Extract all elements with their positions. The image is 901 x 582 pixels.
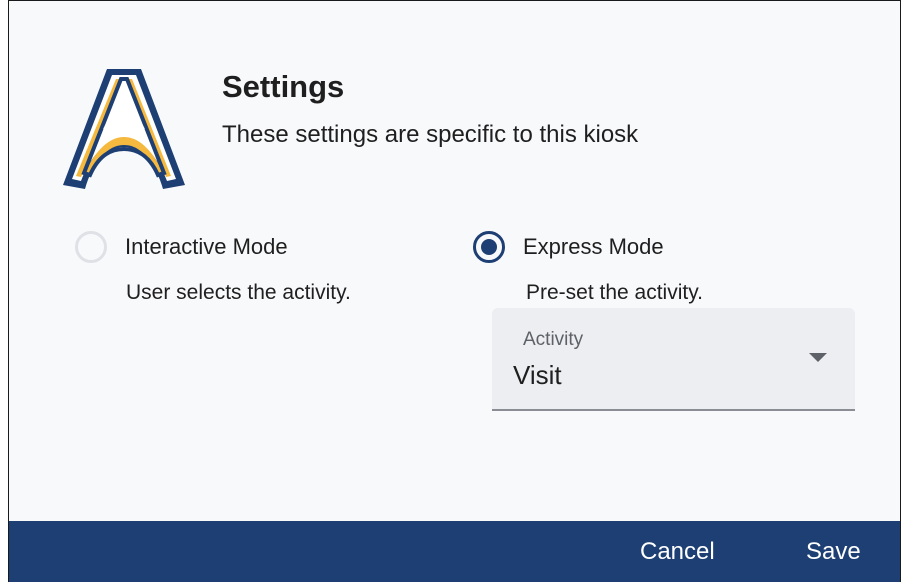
- kiosk-logo-icon: [63, 69, 185, 189]
- settings-dialog: Settings These settings are specific to …: [8, 0, 901, 582]
- dialog-footer: Cancel Save: [9, 521, 900, 582]
- radio-selected-dot-icon: [481, 239, 497, 255]
- express-mode-radio-circle-icon[interactable]: [473, 231, 505, 263]
- interactive-mode-radio-circle-icon[interactable]: [75, 231, 107, 263]
- interactive-mode-description: User selects the activity.: [126, 281, 351, 304]
- activity-select[interactable]: Activity Visit: [492, 308, 855, 411]
- page-subtitle: These settings are specific to this kios…: [222, 121, 639, 148]
- dropdown-arrow-icon[interactable]: [809, 353, 827, 362]
- page-title: Settings: [222, 69, 345, 104]
- express-mode-label: Express Mode: [523, 234, 664, 259]
- cancel-button[interactable]: Cancel: [640, 538, 715, 566]
- interactive-mode-label: Interactive Mode: [125, 234, 288, 259]
- interactive-mode-radio[interactable]: Interactive Mode: [75, 231, 288, 263]
- activity-select-label: Activity: [523, 329, 584, 350]
- express-mode-radio[interactable]: Express Mode: [473, 231, 664, 263]
- save-button[interactable]: Save: [806, 538, 861, 566]
- activity-select-value: Visit: [513, 360, 562, 390]
- express-mode-description: Pre-set the activity.: [526, 281, 704, 304]
